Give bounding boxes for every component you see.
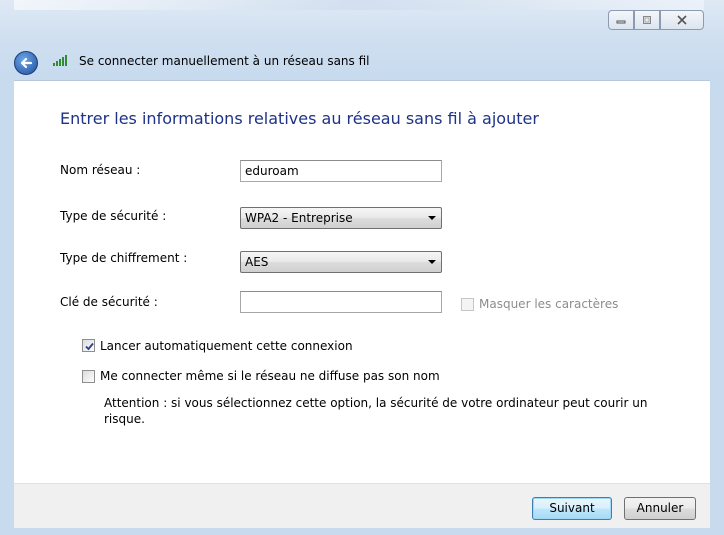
checkmark-icon bbox=[85, 342, 94, 351]
back-arrow-icon bbox=[20, 57, 33, 69]
maximize-icon bbox=[643, 16, 651, 24]
window-controls bbox=[608, 10, 704, 30]
warning-text: Attention : si vous sélectionnez cette o… bbox=[104, 396, 648, 426]
window-title: Se connecter manuellement à un réseau sa… bbox=[79, 54, 370, 68]
close-icon bbox=[677, 15, 687, 25]
page-heading: Entrer les informations relatives au rés… bbox=[60, 109, 539, 128]
next-button[interactable]: Suivant bbox=[532, 497, 612, 520]
security-type-select[interactable]: WPA2 - Entreprise bbox=[240, 207, 442, 229]
dialog-window: Se connecter manuellement à un réseau sa… bbox=[0, 0, 724, 535]
network-name-input[interactable]: eduroam bbox=[240, 160, 442, 182]
encryption-type-select[interactable]: AES bbox=[240, 251, 442, 273]
maximize-button[interactable] bbox=[634, 10, 660, 30]
hide-characters-label: Masquer les caractères bbox=[479, 297, 619, 311]
hide-characters-checkbox[interactable] bbox=[461, 298, 474, 311]
title-bar-glass bbox=[14, 0, 704, 10]
security-key-input[interactable] bbox=[240, 291, 442, 313]
back-button[interactable] bbox=[14, 51, 38, 75]
minimize-button[interactable] bbox=[608, 10, 634, 30]
encryption-type-value: AES bbox=[245, 255, 269, 269]
security-type-value: WPA2 - Entreprise bbox=[245, 211, 353, 225]
auto-connect-checkbox[interactable] bbox=[82, 339, 95, 352]
title-bar bbox=[0, 0, 724, 40]
dropdown-arrow-icon bbox=[428, 260, 436, 264]
connect-hidden-label: Me connecter même si le réseau ne diffus… bbox=[100, 369, 440, 383]
auto-connect-label: Lancer automatiquement cette connexion bbox=[100, 339, 353, 353]
network-name-label: Nom réseau : bbox=[60, 163, 141, 177]
encryption-type-label: Type de chiffrement : bbox=[60, 251, 188, 265]
cancel-button[interactable]: Annuler bbox=[624, 497, 696, 520]
navigation-header: Se connecter manuellement à un réseau sa… bbox=[0, 40, 724, 80]
close-button[interactable] bbox=[660, 10, 704, 30]
connect-hidden-checkbox[interactable] bbox=[82, 370, 95, 383]
minimize-icon bbox=[616, 20, 626, 24]
security-key-label: Clé de sécurité : bbox=[60, 295, 158, 309]
security-type-label: Type de sécurité : bbox=[60, 209, 167, 223]
dropdown-arrow-icon bbox=[428, 216, 436, 220]
wireless-signal-icon bbox=[53, 55, 67, 66]
